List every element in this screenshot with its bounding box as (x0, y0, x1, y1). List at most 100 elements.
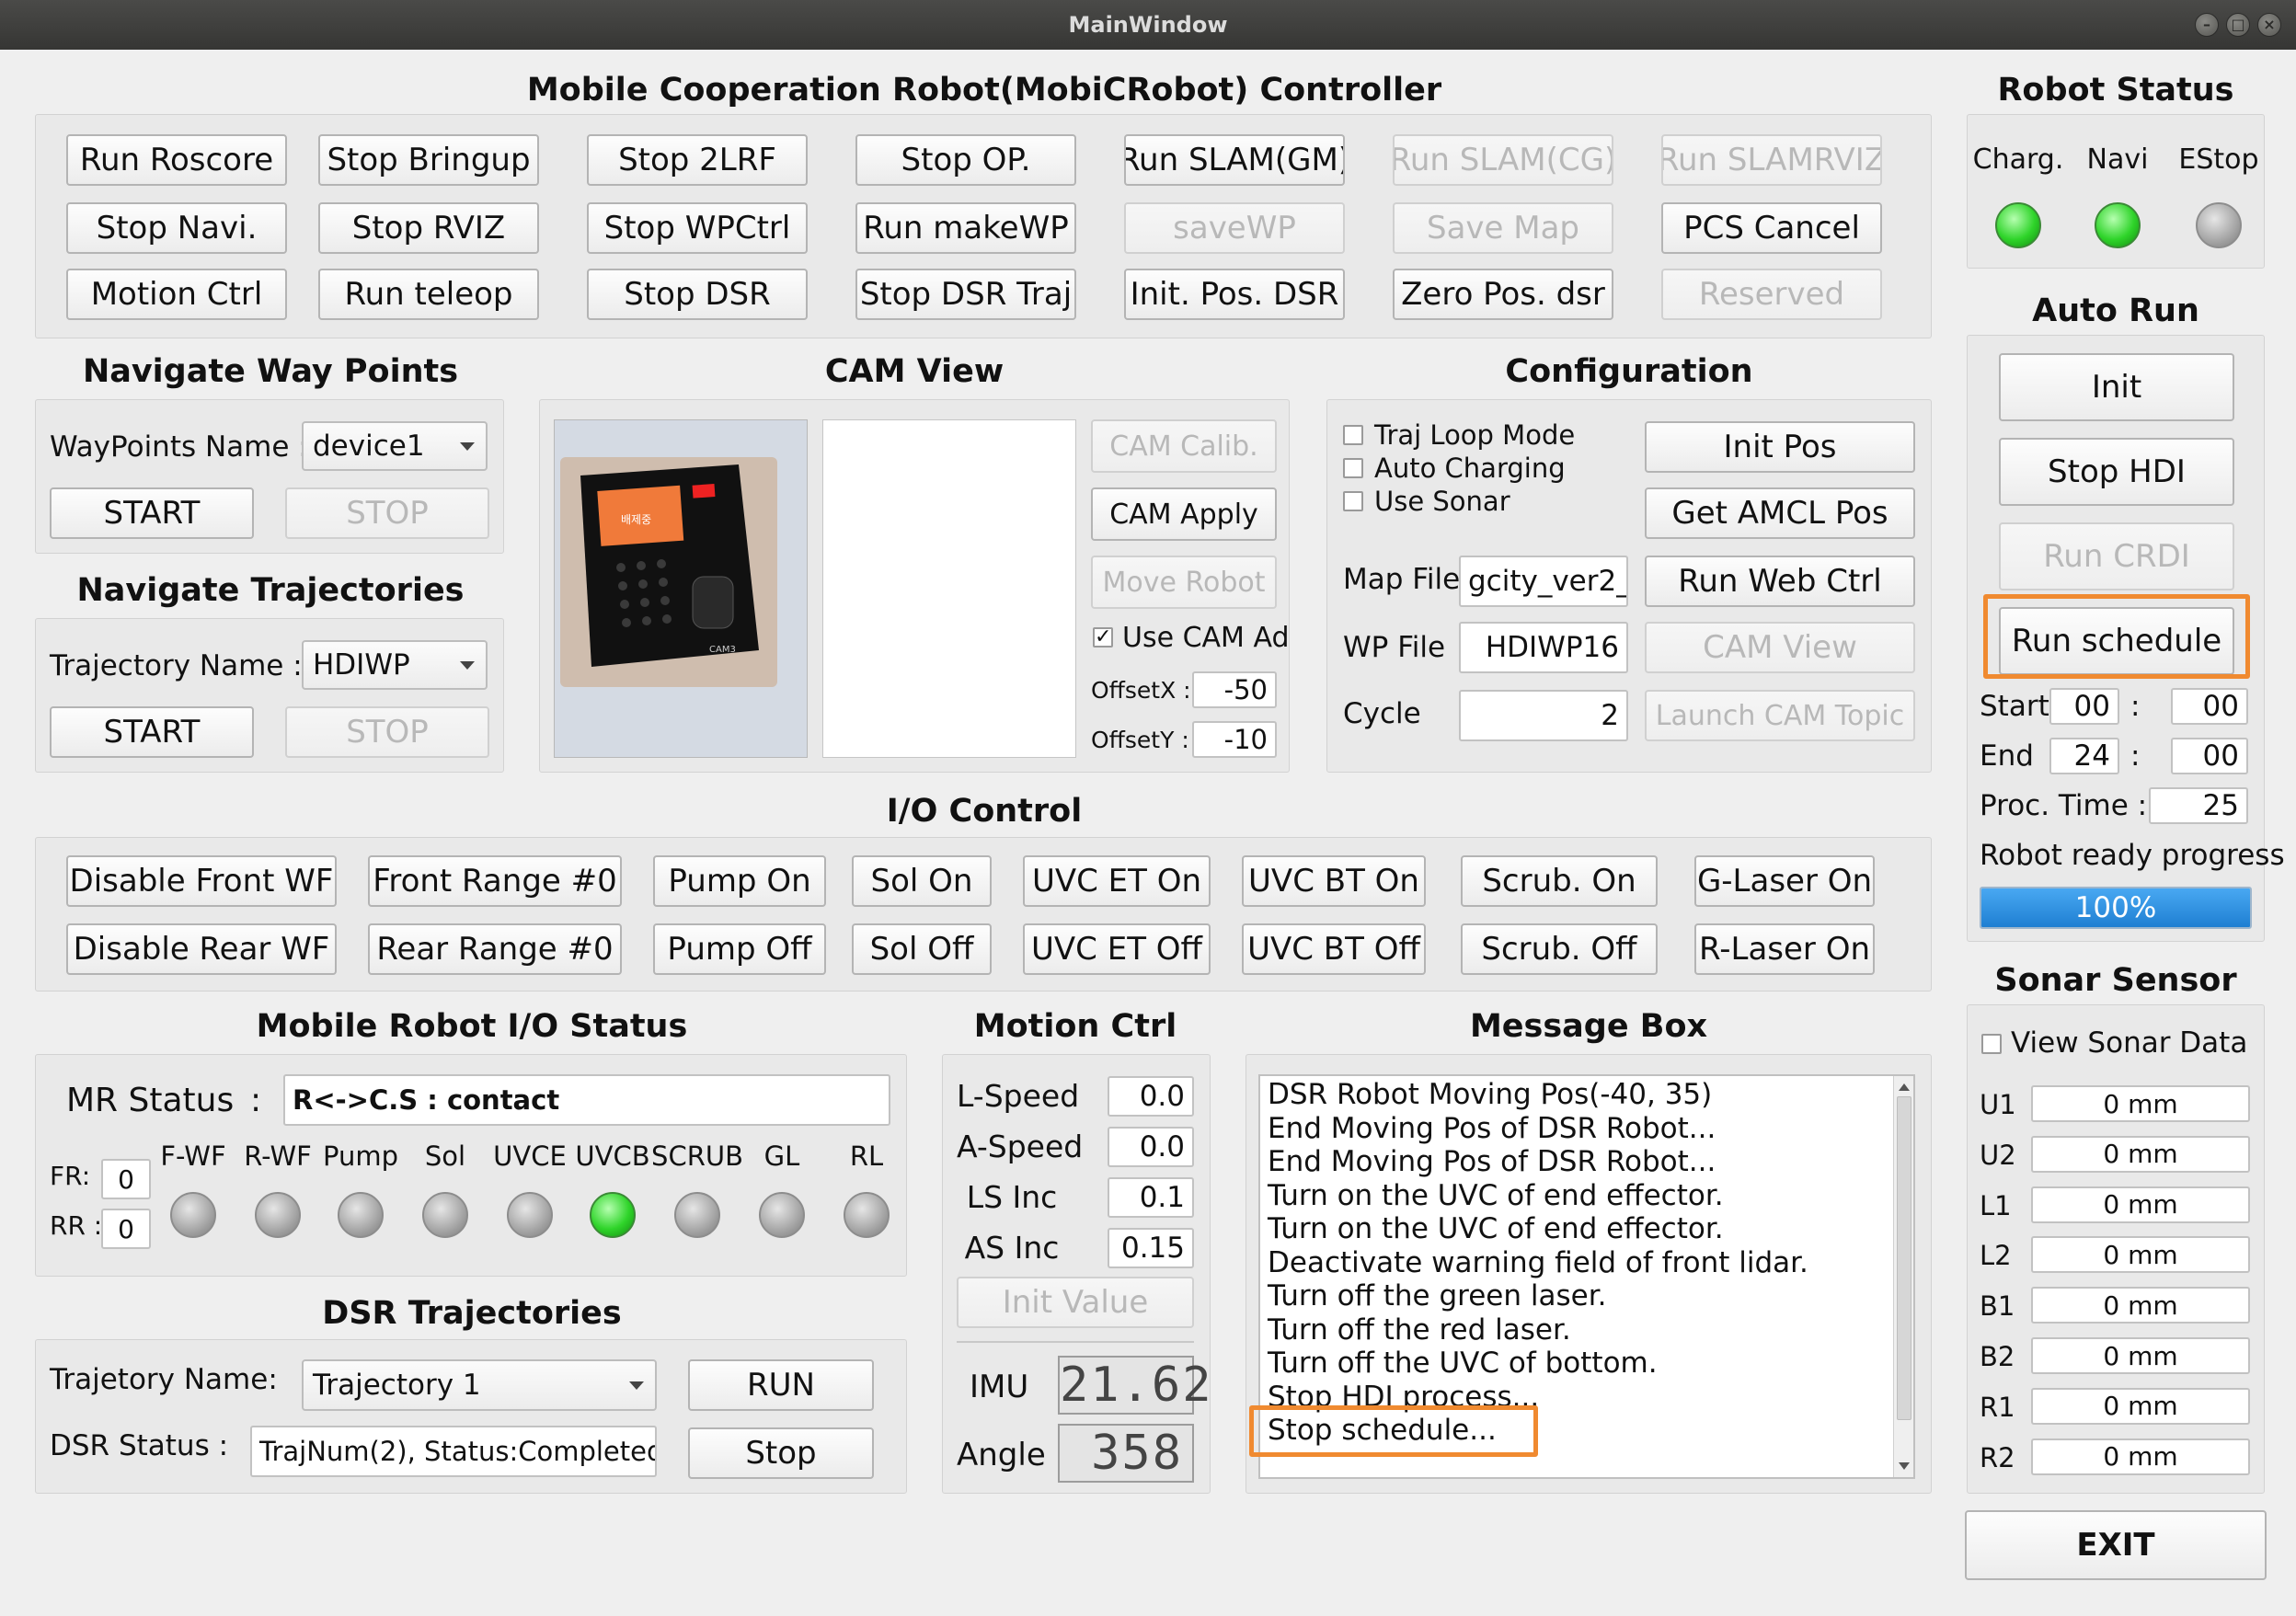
launch-cam-topic-button[interactable]: Launch CAM Topic (1645, 690, 1915, 741)
scrub-led (674, 1192, 720, 1238)
scrub-on-button[interactable]: Scrub. On (1461, 855, 1658, 907)
dsr-trajectory-value: Trajectory 1 (313, 1369, 481, 1402)
cam-calib-button[interactable]: CAM Calib. (1091, 419, 1277, 473)
start-minute-input[interactable]: 00 (2171, 688, 2248, 725)
sonar-label-u1: U1 (1980, 1089, 2016, 1120)
wp-file-input[interactable]: HDIWP16 (1459, 622, 1628, 673)
motion-input-a-speed[interactable]: 0.0 (1108, 1127, 1194, 1167)
run-makewp-button[interactable]: Run makeWP (855, 202, 1076, 254)
message-scrollbar[interactable] (1893, 1076, 1913, 1477)
stop-hdi-button[interactable]: Stop HDI (1999, 438, 2234, 506)
run-slam-cg-button[interactable]: Run SLAM(CG) (1393, 134, 1613, 186)
auto-charging-checkbox[interactable] (1343, 458, 1363, 478)
end-minute-input[interactable]: 00 (2171, 738, 2248, 774)
front-range-0-button[interactable]: Front Range #0 (368, 855, 622, 907)
scroll-thumb[interactable] (1897, 1096, 1911, 1420)
start-hour-input[interactable]: 00 (2049, 688, 2119, 725)
traj-loop-checkbox[interactable] (1343, 425, 1363, 445)
sonar-label-r1: R1 (1980, 1391, 2015, 1423)
stop-wpctrl-button[interactable]: Stop WPCtrl (587, 202, 808, 254)
motion-ctrl-button[interactable]: Motion Ctrl (66, 269, 287, 320)
traj-start-button[interactable]: START (50, 706, 254, 758)
dsr-run-button[interactable]: RUN (688, 1359, 874, 1411)
run-teleop-button[interactable]: Run teleop (318, 269, 539, 320)
waypoints-name-label: WayPoints Name : (50, 430, 308, 464)
stop-bringup-button[interactable]: Stop Bringup (318, 134, 539, 186)
init-button[interactable]: Init (1999, 353, 2234, 421)
stop-dsr-traj-button[interactable]: Stop DSR Traj (855, 269, 1076, 320)
savewp-button[interactable]: saveWP (1124, 202, 1345, 254)
rear-range-0-button[interactable]: Rear Range #0 (368, 923, 622, 975)
traj-stop-button[interactable]: STOP (285, 706, 489, 758)
view-sonar-checkbox[interactable] (1981, 1034, 2002, 1054)
minimize-icon[interactable]: – (2195, 13, 2219, 37)
save-map-button[interactable]: Save Map (1393, 202, 1613, 254)
use-sonar-checkbox[interactable] (1343, 491, 1363, 511)
use-cam-ad-checkbox[interactable]: ✓ (1093, 627, 1113, 648)
uvc-bt-on-button[interactable]: UVC BT On (1242, 855, 1426, 907)
scroll-up-icon[interactable] (1899, 1083, 1910, 1091)
cycle-input[interactable]: 2 (1459, 690, 1628, 741)
g-laser-on-button[interactable]: G-Laser On (1694, 855, 1875, 907)
cam-view-button[interactable]: CAM View (1645, 622, 1915, 673)
run-web-ctrl-button[interactable]: Run Web Ctrl (1645, 556, 1915, 607)
motion-divider (957, 1341, 1194, 1343)
uvcb-led (590, 1192, 636, 1238)
wp-start-button[interactable]: START (50, 487, 254, 539)
sonar-value-r1: 0 mm (2031, 1387, 2250, 1425)
stop-op-button[interactable]: Stop OP. (855, 134, 1076, 186)
run-crdi-button[interactable]: Run CRDI (1999, 522, 2234, 590)
motion-input-as-inc[interactable]: 0.15 (1108, 1228, 1194, 1268)
init-pos-button[interactable]: Init Pos (1645, 421, 1915, 473)
stop-2lrf-button[interactable]: Stop 2LRF (587, 134, 808, 186)
uvc-et-on-button[interactable]: UVC ET On (1023, 855, 1211, 907)
trajectory-name-select[interactable]: HDIWP (302, 640, 488, 690)
motion-input-ls-inc[interactable]: 0.1 (1108, 1177, 1194, 1218)
gl-led (759, 1192, 805, 1238)
motion-input-l-speed[interactable]: 0.0 (1108, 1076, 1194, 1117)
maximize-icon[interactable]: □ (2226, 13, 2250, 37)
wp-stop-button[interactable]: STOP (285, 487, 489, 539)
stop-navi-button[interactable]: Stop Navi. (66, 202, 287, 254)
robot-ready-progress-bar: 100% (1980, 887, 2252, 929)
reserved-button[interactable]: Reserved (1661, 269, 1882, 320)
init-value-button[interactable]: Init Value (957, 1277, 1194, 1328)
pcs-cancel-button[interactable]: PCS Cancel (1661, 202, 1882, 254)
init-pos-dsr-button[interactable]: Init. Pos. DSR (1124, 269, 1345, 320)
run-slam-gm-button[interactable]: Run SLAM(GM) (1124, 134, 1345, 186)
pump-on-button[interactable]: Pump On (653, 855, 826, 907)
get-amcl-pos-button[interactable]: Get AMCL Pos (1645, 487, 1915, 539)
offsetx-input[interactable]: -50 (1192, 671, 1277, 708)
pump-off-button[interactable]: Pump Off (653, 923, 826, 975)
end-hour-input[interactable]: 24 (2049, 738, 2119, 774)
stop-dsr-button[interactable]: Stop DSR (587, 269, 808, 320)
run-slamrviz-button[interactable]: Run SLAMRVIZ (1661, 134, 1882, 186)
waypoints-name-select[interactable]: device1 (302, 421, 488, 471)
dsr-trajectory-select[interactable]: Trajectory 1 (302, 1359, 657, 1411)
mr-status-label: MR Status (66, 1082, 235, 1119)
r-laser-on-button[interactable]: R-Laser On (1694, 923, 1875, 975)
offsety-input[interactable]: -10 (1192, 721, 1277, 758)
disable-rear-wf-button[interactable]: Disable Rear WF (66, 923, 337, 975)
dsr-stop-button[interactable]: Stop (688, 1427, 874, 1479)
uvc-et-off-button[interactable]: UVC ET Off (1023, 923, 1211, 975)
sol-on-button[interactable]: Sol On (852, 855, 992, 907)
uvc-bt-off-button[interactable]: UVC BT Off (1242, 923, 1426, 975)
move-robot-button[interactable]: Move Robot (1091, 556, 1277, 609)
cam-apply-button[interactable]: CAM Apply (1091, 487, 1277, 541)
message-line: Deactivate warning field of front lidar. (1268, 1245, 1808, 1279)
mr-status-input[interactable]: R<->C.S : contact (283, 1074, 890, 1126)
proc-time-input[interactable]: 25 (2149, 787, 2248, 824)
map-file-input[interactable]: gcity_ver2_1 (1459, 556, 1628, 607)
stop-rviz-button[interactable]: Stop RVIZ (318, 202, 539, 254)
run-roscore-button[interactable]: Run Roscore (66, 134, 287, 186)
dsr-status-input[interactable]: TrajNum(2), Status:Completed (250, 1426, 657, 1477)
scrub-off-button[interactable]: Scrub. Off (1461, 923, 1658, 975)
sol-off-button[interactable]: Sol Off (852, 923, 992, 975)
scroll-down-icon[interactable] (1899, 1462, 1910, 1470)
exit-button[interactable]: EXIT (1965, 1510, 2267, 1580)
disable-front-wf-button[interactable]: Disable Front WF (66, 855, 337, 907)
rr-input[interactable]: 0 (101, 1209, 151, 1249)
close-icon[interactable]: × (2257, 13, 2281, 37)
zero-pos-dsr-button[interactable]: Zero Pos. dsr (1393, 269, 1613, 320)
